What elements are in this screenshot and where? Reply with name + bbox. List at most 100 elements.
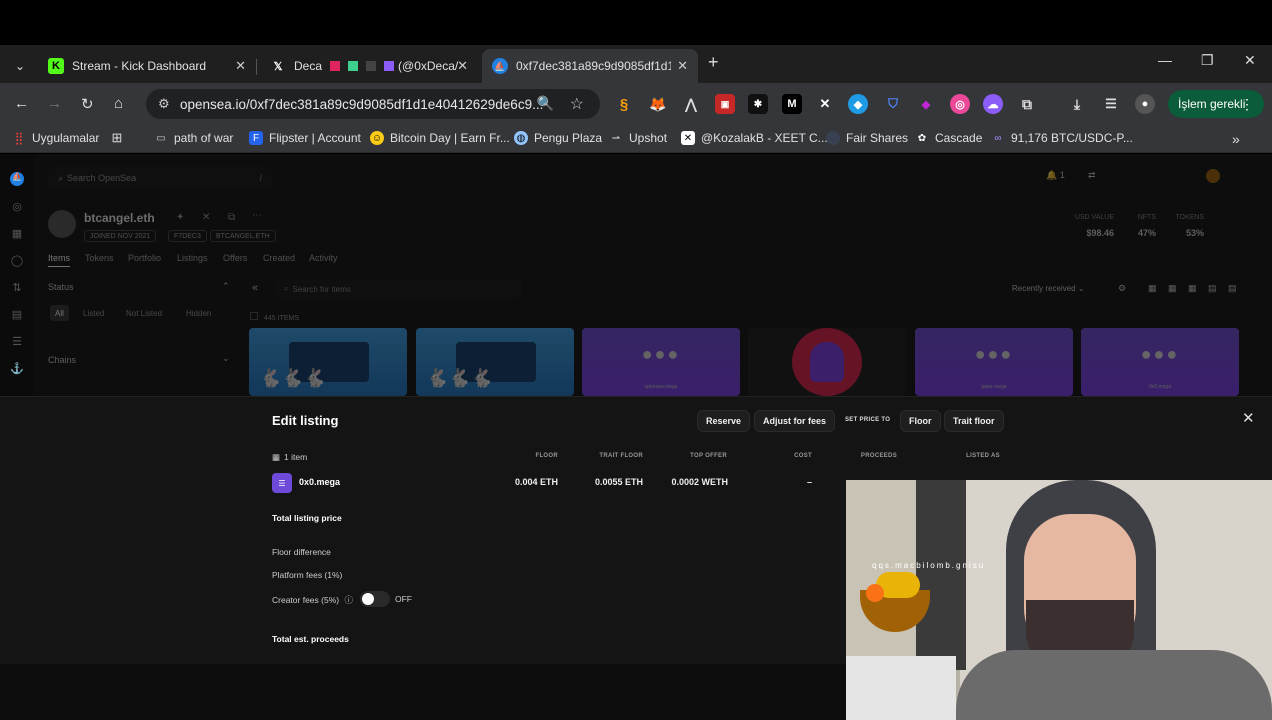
extension-ghost-icon[interactable]: ☁ [983,94,1003,114]
tab-deca[interactable]: 𝕏 Deca (@0xDeca/ ✕ [260,49,478,83]
extensions-puzzle-icon[interactable]: ⧉ [1017,94,1037,114]
adjust-for-fees-button[interactable]: Adjust for fees [754,410,836,432]
close-icon[interactable]: ✕ [457,58,468,74]
list-view-icon[interactable]: ▤ [1208,283,1217,294]
download-icon[interactable]: ⤓ [1067,94,1087,114]
tab-search-button[interactable]: ⌄ [9,55,31,77]
token-icon[interactable]: ◯ [10,254,24,268]
forward-icon[interactable]: → [47,95,62,112]
bookmark-star-icon[interactable]: ☆ [570,94,584,114]
bookmark-kozalak[interactable]: ✕ @KozalakB - XEET C... [681,131,828,145]
bookmarks-overflow-icon[interactable]: » [1232,131,1240,147]
chains-filter-label[interactable]: Chains [48,355,76,365]
items-search-input[interactable]: ⌕ Search for items [276,279,522,299]
tab-items[interactable]: Items [48,253,71,267]
compass-icon[interactable]: ◎ [10,200,24,214]
close-icon[interactable]: ✕ [677,58,688,74]
grid-medium-icon[interactable]: ▦ [1168,283,1177,294]
collections-icon[interactable]: ▦ [10,227,24,241]
avatar[interactable] [1206,169,1220,183]
transfer-icon[interactable]: ⇄ [1088,170,1096,181]
opensea-search-input[interactable]: ⌕ Search OpenSea / [48,166,272,190]
minimize-button[interactable]: — [1158,52,1172,68]
swap-icon[interactable]: ⇅ [10,281,24,295]
chevron-up-icon[interactable]: ⌃ [222,281,230,292]
extension-purple-icon[interactable]: ◆ [916,94,936,114]
reload-icon[interactable]: ↻ [81,95,94,113]
select-all-checkbox[interactable] [250,312,258,320]
bookmark-btc[interactable]: ∞ 91,176 BTC/USDC-P... [991,131,1132,145]
x-icon[interactable]: ✕ [202,212,210,223]
table-view-icon[interactable]: ▤ [1228,283,1237,294]
grid-small-icon[interactable]: ▦ [1188,283,1197,294]
tab-tokens[interactable]: Tokens [85,253,114,263]
verify-icon[interactable]: ✦ [176,212,184,223]
gem-icon[interactable]: ◆ [848,94,868,114]
bookmark-upshot[interactable]: ⇀ Upshot [609,131,667,145]
chip-listed[interactable]: Listed [78,305,109,321]
kebab-menu-icon[interactable]: ⋮ [1240,96,1254,113]
back-icon[interactable]: ← [14,95,29,112]
notifications-button[interactable]: 🔔 1 [1046,170,1065,181]
nft-card[interactable]: ●●● 0x0.mega [1081,328,1239,396]
reserve-button[interactable]: Reserve [697,410,751,432]
metamask-icon[interactable]: 🦊 [648,94,668,114]
floor-button[interactable]: Floor [900,410,941,432]
zoom-icon[interactable]: 🔍 [537,95,554,112]
extension-icon[interactable]: § [614,94,634,114]
bookmark-cascade[interactable]: ✿ Cascade [915,131,983,145]
tab-activity[interactable]: Activity [309,253,338,263]
tab-portfolio[interactable]: Portfolio [128,253,161,263]
home-icon[interactable]: ⌂ [114,95,123,112]
opensea-logo-icon[interactable]: ⛵ [10,172,24,186]
address-bar[interactable]: ⚙ opensea.io/0xf7dec381a89c9d9085df1d1e4… [146,89,600,119]
magiceden-icon[interactable]: M [782,94,802,114]
item-name[interactable]: 0x0.mega [299,477,340,487]
avatar[interactable]: ● [1135,94,1155,114]
more-icon[interactable]: ⋯ [252,210,262,221]
tab-kick-dashboard[interactable]: K Stream - Kick Dashboard ✕ [38,49,257,83]
trait-floor-button[interactable]: Trait floor [944,410,1004,432]
tab-listings[interactable]: Listings [177,253,208,263]
chevron-down-icon[interactable]: ⌄ [222,353,230,364]
extension-red-icon[interactable]: ▣ [715,94,735,114]
close-icon[interactable]: ✕ [1242,409,1255,427]
tab-offers[interactable]: Offers [223,253,247,263]
rewards-icon[interactable]: ⚓ [10,362,24,376]
close-window-button[interactable]: ✕ [1244,52,1256,69]
creator-fees-toggle[interactable] [360,591,390,607]
nft-card[interactable]: ●●● opensea.mega [582,328,740,396]
grid-large-icon[interactable]: ▦ [1148,283,1157,294]
info-icon[interactable]: ⓘ [344,595,353,605]
bookmark-apps[interactable]: ⣿ Uygulamalar [12,131,100,145]
ens-pill[interactable]: BTCANGEL.ETH [210,230,276,242]
status-filter-label[interactable]: Status [48,282,74,292]
collapse-sidebar-icon[interactable]: « [252,282,258,294]
extension-pink-icon[interactable]: ◎ [950,94,970,114]
tab-opensea[interactable]: ⛵ 0xf7dec381a89c9d9085df1d1e4 ✕ [482,49,698,83]
sort-dropdown[interactable]: Recently received ⌄ [1012,284,1085,293]
extension-a-icon[interactable]: ⋀ [681,94,701,114]
bookmark-bitcoin-day[interactable]: ☺ Bitcoin Day | Earn Fr... [370,131,510,145]
settings-icon[interactable]: ⚙ [1118,283,1126,294]
site-info-icon[interactable]: ⚙ [158,96,170,112]
calendar-icon[interactable]: ▤ [10,308,24,322]
bookmark-pengu-plaza[interactable]: ◍ Pengu Plaza [514,131,602,145]
chip-all[interactable]: All [50,305,69,321]
chip-hidden[interactable]: Hidden [181,305,216,321]
nft-card[interactable] [748,328,906,396]
media-icon[interactable]: ☰ [1101,94,1121,114]
copy-icon[interactable]: ⧉ [228,212,235,223]
x-extension-icon[interactable]: ✕ [815,94,835,114]
bookmark-path-of-war[interactable]: ▭ path of war [154,131,233,145]
list-icon[interactable]: ☰ [10,335,24,349]
bookmark-flipster[interactable]: F Flipster | Account [249,131,361,145]
update-button[interactable]: İşlem gerekli ⋮ [1168,90,1264,118]
address-pill[interactable]: F7DEC3 [168,230,207,242]
bookmark-grid[interactable]: ⊞ [110,130,130,145]
restore-button[interactable]: ❐ [1201,52,1214,69]
chip-not-listed[interactable]: Not Listed [121,305,167,321]
shield-icon[interactable]: ⛉ [883,94,903,114]
extension-gear-icon[interactable]: ✱ [748,94,768,114]
nft-card[interactable]: 🐇🐇🐇 [249,328,407,396]
